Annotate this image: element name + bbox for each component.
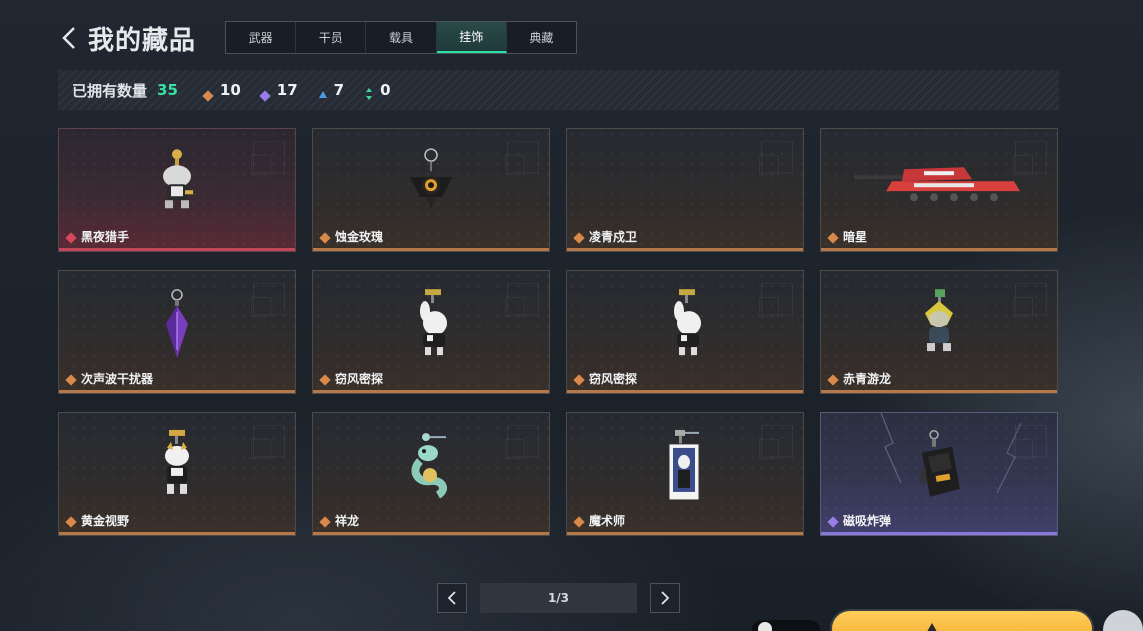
orange-rarity-icon — [827, 374, 839, 386]
charm-card[interactable]: 窃风密探 — [566, 270, 804, 394]
orange-rarity-icon — [827, 232, 839, 244]
charm-card[interactable]: 黑夜猎手 — [58, 128, 296, 252]
orange-rarity-icon — [573, 516, 585, 528]
figure-charm-icon — [157, 429, 197, 506]
owned-total: 35 — [157, 81, 178, 99]
chevron-right-icon — [661, 591, 670, 605]
charm-name: 次声波干扰器 — [81, 372, 154, 386]
charm-card[interactable]: 祥龙 — [312, 412, 550, 536]
orange-rarity-icon — [65, 516, 77, 528]
page-title: 我的藏品 — [88, 26, 197, 56]
charm-name: 窃风密探 — [589, 372, 638, 386]
charm-card[interactable]: 蚀金玫瑰 — [312, 128, 550, 252]
charm-card[interactable]: 魔术师 — [566, 412, 804, 536]
charm-card[interactable]: 窃风密探 — [312, 270, 550, 394]
primary-action-button[interactable] — [830, 609, 1094, 631]
orange-diamond-icon — [202, 85, 214, 102]
crystal-charm-icon — [162, 288, 192, 364]
orange-rarity-icon — [573, 232, 585, 244]
rabbit-charm-icon — [665, 289, 705, 363]
orange-rarity-icon — [319, 516, 331, 528]
charm-card[interactable]: 黄金视野 — [58, 412, 296, 536]
charm-name: 磁吸炸弹 — [843, 514, 892, 528]
charm-name: 蚀金玫瑰 — [335, 230, 384, 244]
bomb-charm-icon — [914, 429, 964, 507]
charm-card[interactable]: 磁吸炸弹 — [820, 412, 1058, 536]
tab-operators[interactable]: 干员 — [296, 22, 367, 53]
charm-name: 黄金视野 — [81, 514, 130, 528]
orange-rarity-icon — [573, 374, 585, 386]
charm-name: 凌青戍卫 — [589, 230, 638, 244]
orange-rarity-icon — [319, 374, 331, 386]
pagination: 1/3 — [437, 583, 680, 613]
tank-icon — [854, 161, 1024, 209]
toggle-pill[interactable] — [752, 620, 820, 631]
page-indicator: 1/3 — [480, 583, 637, 613]
chevron-left-icon — [62, 27, 75, 49]
toggle-knob — [758, 622, 772, 631]
charm-card[interactable]: 次声波干扰器 — [58, 270, 296, 394]
charm-name: 窃风密探 — [335, 372, 384, 386]
next-page-button[interactable] — [650, 583, 680, 613]
chevron-left-icon — [447, 591, 456, 605]
charm-card[interactable]: 凌青戍卫 — [566, 128, 804, 252]
figure-charm-icon — [155, 148, 199, 220]
tab-vehicles[interactable]: 载具 — [366, 22, 437, 53]
purple-diamond-icon — [259, 85, 271, 102]
green-arrow-icon — [364, 85, 374, 100]
charm-grid: 黑夜猎手 蚀金玫瑰 凌青戍卫 暗星 次声波干扰器 窃风密探 窃风密探 赤青游龙 … — [58, 128, 1059, 536]
charm-card[interactable]: 赤青游龙 — [820, 270, 1058, 394]
rarity-count-green: 0 — [364, 81, 391, 100]
prev-page-button[interactable] — [437, 583, 467, 613]
rarity-count-blue: 7 — [318, 81, 344, 99]
charm-name: 魔术师 — [589, 514, 626, 528]
owned-label: 已拥有数量 — [72, 81, 148, 100]
rarity-count-purple: 17 — [259, 81, 298, 102]
charm-name: 黑夜猎手 — [81, 230, 130, 244]
dragon-charm-icon — [408, 431, 454, 505]
tab-collection[interactable]: 典藏 — [507, 22, 576, 53]
category-tabs: 武器 干员 载具 挂饰 典藏 — [225, 21, 577, 54]
charm-card[interactable]: 暗星 — [820, 128, 1058, 252]
tab-charms[interactable]: 挂饰 — [436, 22, 507, 53]
red-rarity-icon — [65, 232, 77, 244]
orange-rarity-icon — [65, 374, 77, 386]
charm-name: 暗星 — [843, 230, 868, 244]
blue-triangle-icon — [318, 85, 328, 98]
action-icon — [924, 623, 940, 631]
charm-name: 赤青游龙 — [843, 372, 892, 386]
owned-stats-bar: 已拥有数量 35 10 17 7 0 — [58, 70, 1059, 110]
back-button[interactable] — [60, 24, 80, 52]
charm-name: 祥龙 — [335, 514, 360, 528]
card-charm-icon — [665, 429, 705, 506]
rarity-count-orange: 10 — [202, 81, 241, 102]
tab-weapons[interactable]: 武器 — [226, 22, 297, 53]
figure-charm-icon — [917, 289, 961, 363]
round-action-button[interactable] — [1103, 610, 1143, 631]
rabbit-charm-icon — [411, 289, 451, 363]
rose-charm-icon — [406, 147, 456, 221]
orange-rarity-icon — [319, 232, 331, 244]
